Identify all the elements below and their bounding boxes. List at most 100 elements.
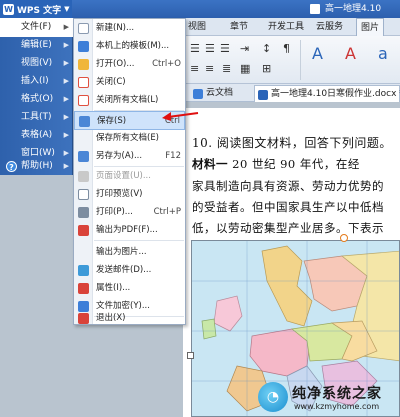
chevron-right-icon: ▶ — [63, 95, 69, 103]
menu-export-image-label: 输出为图片... — [96, 247, 147, 257]
chevron-right-icon: ▶ — [63, 77, 69, 85]
menu-exit[interactable]: 退出(X) — [74, 309, 185, 328]
line-spacing-icon[interactable]: ≣ — [222, 62, 231, 75]
menu-page-setup-label: 页面设置(U)... — [96, 171, 151, 181]
tab-chapter[interactable]: 章节 — [230, 18, 248, 36]
menu-print-label: 打印(P)... — [96, 207, 133, 217]
resize-handle[interactable] — [187, 352, 194, 359]
tab-view[interactable]: 视图 — [188, 18, 206, 36]
menu-item-label: 文件(F) — [21, 22, 52, 32]
menu-save-as[interactable]: 另存为(A)... F12 — [74, 147, 185, 166]
menu-item-label: 表格(A) — [21, 130, 53, 140]
save-as-icon — [78, 151, 89, 162]
tab-developer[interactable]: 开发工具 — [268, 18, 304, 36]
wps-menu-button[interactable]: W WPS 文字 ▼ — [0, 0, 72, 18]
material-paragraph-line-4: 低，以劳动密集型产业居多。下表示 — [192, 221, 384, 235]
question-title: 10. 阅读图文材料，回答下列问题。 — [192, 136, 392, 150]
menu-item-edit[interactable]: 编辑(E) ▶ — [0, 36, 73, 55]
menu-new-label: 新建(N)... — [96, 23, 135, 33]
align-center-icon[interactable]: ☰ — [205, 42, 215, 55]
shading-icon[interactable]: ▦ — [240, 62, 250, 75]
chevron-right-icon: ▶ — [63, 131, 69, 139]
tab-document-label: 高一地理4.10日寒假作业.docx * — [271, 89, 400, 99]
menu-item-format[interactable]: 格式(O) ▶ — [0, 90, 73, 109]
menu-item-table[interactable]: 表格(A) ▶ — [0, 126, 73, 145]
menu-send-mail-label: 发送邮件(D)... — [96, 265, 152, 275]
save-icon — [79, 116, 90, 127]
menu-save-all-label: 保存所有文档(E) — [96, 133, 160, 143]
menu-templates-label: 本机上的模板(M)... — [96, 41, 170, 51]
menu-item-label: 视图(V) — [21, 58, 53, 68]
menu-item-view[interactable]: 视图(V) ▶ — [0, 54, 73, 73]
distribute-icon[interactable]: ≡ — [205, 62, 214, 75]
cloud-icon — [193, 89, 203, 99]
menu-export-pdf[interactable]: 输出为PDF(F)... — [74, 221, 185, 240]
window-title: 高一地理4.10 — [325, 4, 382, 14]
menu-item-label: 工具(T) — [21, 112, 52, 122]
wps-logo-icon: W — [3, 3, 14, 15]
menu-item-insert[interactable]: 插入(I) ▶ — [0, 72, 73, 91]
menu-close-label: 关闭(C) — [96, 77, 126, 87]
menu-properties[interactable]: 属性(I)... — [74, 279, 185, 298]
red-annotation-arrow — [162, 112, 199, 121]
sort-icon[interactable]: ↕ — [262, 42, 271, 55]
template-icon — [78, 41, 89, 52]
menu-open-label: 打开(O)... — [96, 59, 135, 69]
menu-page-setup[interactable]: 页面设置(U)... — [74, 167, 185, 186]
align-left-icon[interactable]: ☰ — [190, 42, 200, 55]
menu-save-all[interactable]: 保存所有文档(E) — [74, 129, 185, 148]
menu-separator — [94, 240, 184, 241]
menu-item-label: 插入(I) — [21, 76, 49, 86]
border-icon[interactable]: ⊞ — [262, 62, 271, 75]
shortcut-label: Ctrl+P — [153, 207, 181, 217]
menu-item-file[interactable]: 文件(F) ▶ — [0, 18, 73, 37]
menu-export-pdf-label: 输出为PDF(F)... — [96, 225, 158, 235]
indent-icon[interactable]: ⇥ — [240, 42, 249, 55]
main-menu: 文件(F) ▶ 编辑(E) ▶ 视图(V) ▶ 插入(I) ▶ 格式(O) ▶ … — [0, 18, 73, 175]
menu-exit-label: 退出(X) — [96, 313, 126, 323]
mail-icon — [78, 265, 89, 276]
menu-print[interactable]: 打印(P)... Ctrl+P — [74, 203, 185, 222]
watermark-name: 纯净系统之家 — [292, 386, 382, 402]
show-marks-icon[interactable]: ¶ — [283, 42, 290, 55]
align-right-icon[interactable]: ☰ — [220, 42, 230, 55]
menu-local-templates[interactable]: 本机上的模板(M)... — [74, 37, 185, 56]
print-preview-icon — [78, 189, 89, 200]
exit-icon — [78, 313, 89, 324]
menu-close-all-label: 关闭所有文档(L) — [96, 95, 159, 105]
tab-picture[interactable]: 图片 — [356, 18, 385, 36]
chevron-right-icon: ▶ — [63, 23, 69, 31]
menu-item-tools[interactable]: 工具(T) ▶ — [0, 108, 73, 127]
help-icon: ? — [6, 161, 17, 172]
text-style-icon[interactable]: A — [312, 44, 323, 63]
menu-print-preview[interactable]: 打印预览(V) — [74, 185, 185, 204]
menu-item-label: 格式(O) — [21, 94, 54, 104]
document-icon — [310, 4, 320, 14]
menu-close[interactable]: 关闭(C) — [74, 73, 185, 92]
material-paragraph-line-3: 的受益者。但中国家具生产以中低档 — [192, 200, 384, 214]
tab-document[interactable]: 高一地理4.10日寒假作业.docx * — [254, 85, 400, 102]
material-text: 20 世纪 90 年代，在经 — [228, 157, 360, 171]
folder-open-icon — [78, 59, 89, 70]
menu-new[interactable]: 新建(N)... — [74, 19, 185, 38]
tab-cloud-service[interactable]: 云服务 — [316, 18, 343, 36]
properties-icon — [78, 283, 89, 294]
chevron-down-icon: ▼ — [64, 5, 70, 13]
text-effect-icon[interactable]: A — [345, 44, 356, 63]
menu-item-help[interactable]: ? 帮助(H) ▶ — [0, 157, 73, 176]
chevron-right-icon: ▶ — [63, 41, 69, 49]
tab-cloud-docs[interactable]: 云文档 — [190, 85, 250, 102]
styles-icon[interactable]: a — [378, 44, 388, 63]
close-doc-icon — [78, 77, 89, 88]
menu-export-image[interactable]: 输出为图片... — [74, 243, 185, 262]
wps-menu-label: WPS 文字 — [17, 5, 62, 16]
new-doc-icon — [78, 23, 89, 34]
justify-icon[interactable]: ≡ — [190, 62, 199, 75]
material-paragraph-line-1: 材料一 20 世纪 90 年代，在经 — [192, 156, 360, 172]
menu-open[interactable]: 打开(O)... Ctrl+O — [74, 55, 185, 74]
close-all-icon — [78, 95, 89, 106]
shortcut-label: Ctrl+O — [152, 59, 181, 69]
rotate-handle[interactable] — [340, 234, 348, 242]
menu-send-mail[interactable]: 发送邮件(D)... — [74, 261, 185, 280]
menu-save-as-label: 另存为(A)... — [96, 151, 143, 161]
